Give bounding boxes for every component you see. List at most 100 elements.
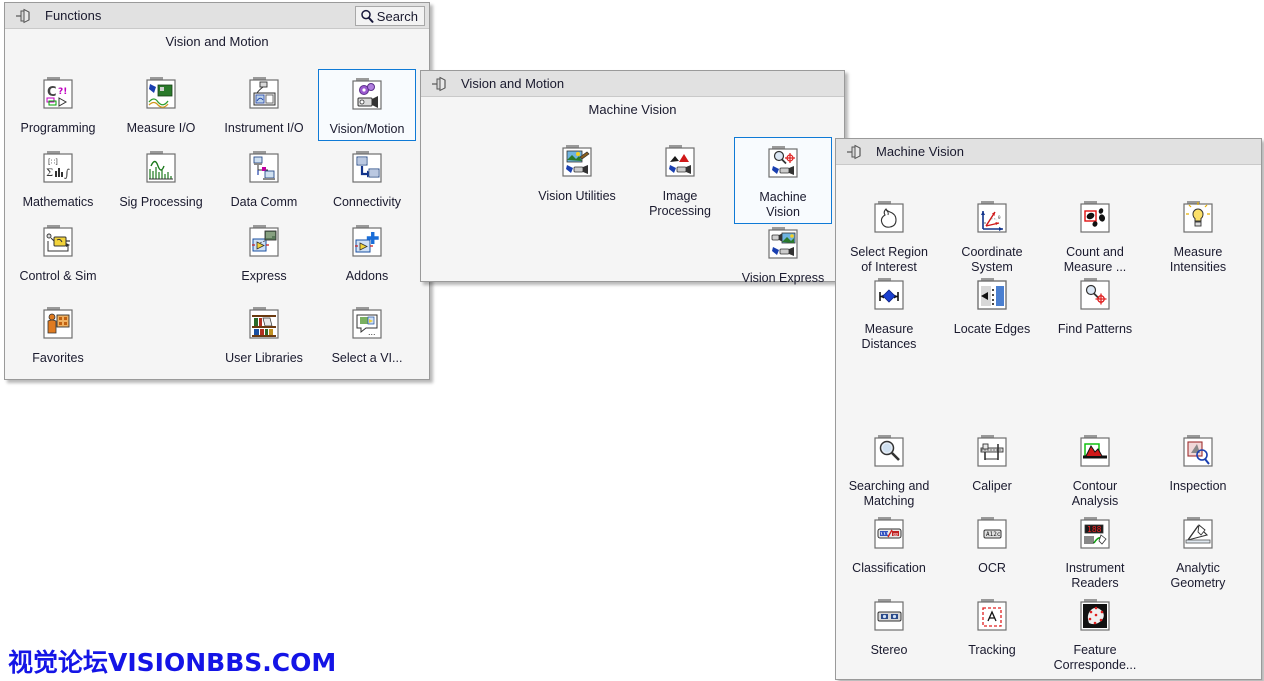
functions-item-grid: C?! Programming Measure I/O Instrument I/O V… <box>5 51 429 381</box>
palette-item-label: Find Patterns <box>1057 322 1133 336</box>
palette-item-image-processing[interactable]: Image Processing <box>631 137 729 222</box>
machine-vision-item-grid: Select Region of Interest x θ Coordinate Sy… <box>836 165 1261 677</box>
palette-item-measure-io[interactable]: Measure I/O <box>112 69 210 139</box>
palette-item-vision-express[interactable]: Vision Express <box>734 219 832 289</box>
palette-item-label: Mathematics <box>22 195 94 209</box>
palette-item-label: Instrument Readers <box>1065 561 1125 590</box>
locate-edges-folder-icon <box>969 274 1015 320</box>
palette-item-find-patterns[interactable]: Find Patterns <box>1046 270 1144 340</box>
vision-and-motion-titlebar: Vision and Motion <box>421 71 844 97</box>
favorites-folder-icon <box>35 303 81 349</box>
vision-and-motion-palette-window[interactable]: Vision and Motion Machine Vision Vision … <box>420 70 845 285</box>
palette-item-inspection[interactable]: Inspection <box>1149 427 1247 497</box>
palette-item-classification[interactable]: qp Classification <box>840 509 938 579</box>
measure-distances-folder-icon <box>866 274 912 320</box>
palette-item-measure-intensities[interactable]: Measure Intensities <box>1149 193 1247 278</box>
palette-item-programming[interactable]: C?! Programming <box>9 69 107 139</box>
palette-item-label: Vision Express <box>741 271 825 285</box>
palette-item-control-sim[interactable]: Control & Sim <box>9 217 107 287</box>
svg-text:[∷]: [∷] <box>48 158 58 166</box>
svg-text:188: 188 <box>1087 525 1102 534</box>
palette-item-label: Image Processing <box>649 189 711 218</box>
machine-vision-palette-window[interactable]: Machine Vision Select Region of Interest… <box>835 138 1262 680</box>
palette-item-vision-motion[interactable]: Vision/Motion <box>318 69 416 141</box>
svg-text:x: x <box>984 220 986 225</box>
contour-analysis-folder-icon <box>1072 431 1118 477</box>
coordinate-system-folder-icon: xθ <box>969 197 1015 243</box>
palette-item-label: Locate Edges <box>953 322 1031 336</box>
palette-item-sig-processing[interactable]: Sig Processing <box>112 143 210 213</box>
palette-item-instrument-readers[interactable]: 188 Instrument Readers <box>1046 509 1144 594</box>
data-comm-folder-icon <box>241 147 287 193</box>
palette-item-feature-correspondence[interactable]: Feature Corresponde... <box>1046 591 1144 676</box>
functions-titlebar: Functions Search <box>5 3 429 29</box>
vision-and-motion-category-header: Machine Vision <box>588 102 677 117</box>
palette-item-stereo[interactable]: Stereo <box>840 591 938 661</box>
palette-item-label: Contour Analysis <box>1071 479 1119 508</box>
palette-item-label: Inspection <box>1169 479 1227 493</box>
palette-item-instrument-io[interactable]: Instrument I/O <box>215 69 313 139</box>
palette-item-label: Express <box>241 269 287 283</box>
palette-item-label: Control & Sim <box>19 269 97 283</box>
palette-item-label: Analytic Geometry <box>1170 561 1226 590</box>
mathematics-folder-icon: [∷] Σ ∫ <box>35 147 81 193</box>
palette-item-label: Sig Processing <box>119 195 203 209</box>
feature-correspondence-folder-icon <box>1072 595 1118 641</box>
caliper-folder-icon <box>969 431 1015 477</box>
palette-item-connectivity[interactable]: Connectivity <box>318 143 416 213</box>
svg-text:Σ: Σ <box>46 168 53 179</box>
palette-item-locate-edges[interactable]: Locate Edges <box>943 270 1041 340</box>
palette-item-count-and-measure[interactable]: Count and Measure ... <box>1046 193 1144 278</box>
palette-item-label: Classification <box>852 561 926 575</box>
measure-io-folder-icon <box>138 73 184 119</box>
pushpin-icon[interactable] <box>429 76 451 92</box>
palette-item-label: Data Comm <box>230 195 298 209</box>
palette-item-searching-and-matching[interactable]: Searching and Matching <box>840 427 938 512</box>
stereo-folder-icon <box>866 595 912 641</box>
vision-express-folder-icon <box>760 223 806 269</box>
search-button-label: Search <box>376 8 418 24</box>
search-icon <box>361 9 374 23</box>
palette-item-user-libraries[interactable]: User Libraries <box>215 299 313 369</box>
palette-item-data-comm[interactable]: Data Comm <box>215 143 313 213</box>
palette-item-coordinate-system[interactable]: x θ Coordinate System <box>943 193 1041 278</box>
ocr-folder-icon: A12c <box>969 513 1015 559</box>
palette-item-label: Measure I/O <box>126 121 196 135</box>
analytic-geometry-folder-icon <box>1175 513 1221 559</box>
palette-item-label: Addons <box>345 269 389 283</box>
pushpin-icon[interactable] <box>844 144 866 160</box>
watermark-text: 视觉论坛VISIONBBS.COM <box>8 648 337 677</box>
palette-item-select-a-vi[interactable]: ... Select a VI... <box>318 299 416 369</box>
pushpin-icon[interactable] <box>13 8 35 24</box>
palette-item-label: OCR <box>978 561 1006 575</box>
palette-item-ocr[interactable]: A12c OCR <box>943 509 1041 579</box>
select-region-of-interest-folder-icon <box>866 197 912 243</box>
palette-item-label: Connectivity <box>332 195 402 209</box>
sig-processing-folder-icon <box>138 147 184 193</box>
palette-item-analytic-geometry[interactable]: Analytic Geometry <box>1149 509 1247 594</box>
palette-item-label: Measure Distances <box>861 322 917 351</box>
vision-and-motion-item-grid: Vision Utilities Image Processing Machine … <box>421 119 844 285</box>
palette-item-contour-analysis[interactable]: Contour Analysis <box>1046 427 1144 512</box>
palette-item-mathematics[interactable]: [∷] Σ ∫ Mathematics <box>9 143 107 213</box>
palette-item-label: Vision/Motion <box>329 122 405 136</box>
programming-folder-icon: C?! <box>35 73 81 119</box>
palette-item-favorites[interactable]: Favorites <box>9 299 107 369</box>
palette-item-express[interactable]: Express <box>215 217 313 287</box>
palette-item-addons[interactable]: Addons <box>318 217 416 287</box>
palette-item-measure-distances[interactable]: Measure Distances <box>840 270 938 355</box>
palette-item-machine-vision[interactable]: Machine Vision <box>734 137 832 224</box>
functions-title: Functions <box>45 8 102 23</box>
palette-item-tracking[interactable]: Tracking <box>943 591 1041 661</box>
svg-text:∫: ∫ <box>64 167 70 180</box>
palette-item-label: Tracking <box>968 643 1016 657</box>
search-button[interactable]: Search <box>354 6 425 26</box>
palette-item-caliper[interactable]: Caliper <box>943 427 1041 497</box>
palette-item-vision-utilities[interactable]: Vision Utilities <box>528 137 626 207</box>
palette-item-label: Programming <box>20 121 96 135</box>
functions-palette-window[interactable]: Functions Search Vision and Motion C?! Pr… <box>4 2 430 380</box>
palette-item-select-region-of-interest[interactable]: Select Region of Interest <box>840 193 938 278</box>
palette-item-label: Select a VI... <box>331 351 403 365</box>
inspection-folder-icon <box>1175 431 1221 477</box>
vision-motion-folder-icon <box>344 74 390 120</box>
